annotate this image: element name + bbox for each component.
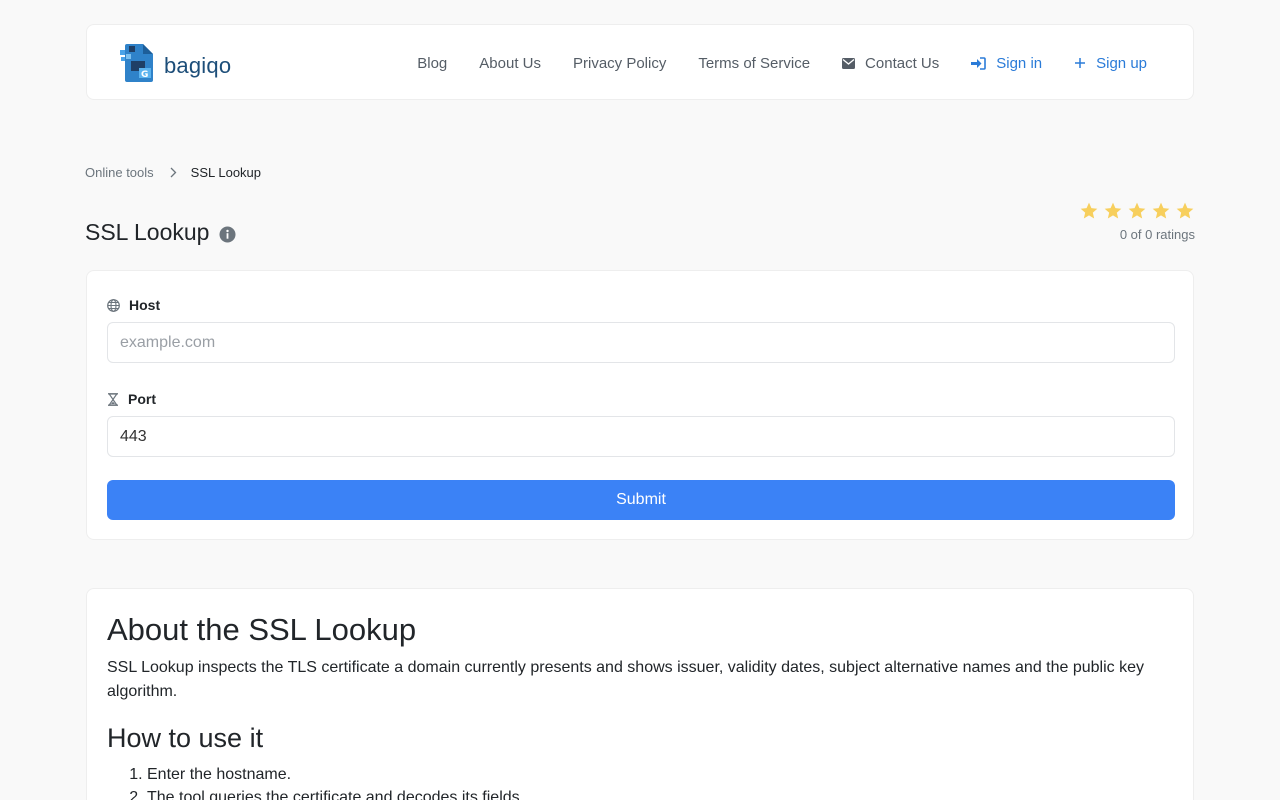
- svg-text:G: G: [141, 70, 148, 80]
- star-rating: [1075, 201, 1195, 221]
- star-icon[interactable]: [1127, 201, 1147, 221]
- about-section: About the SSL Lookup SSL Lookup inspects…: [86, 588, 1194, 800]
- star-icon[interactable]: [1175, 201, 1195, 221]
- nav-links: Blog About Us Privacy Policy Terms of Se…: [385, 25, 1147, 101]
- page-title-text: SSL Lookup: [85, 219, 210, 245]
- lookup-form-card: Host Port Submit: [86, 270, 1194, 540]
- sign-in-icon: [971, 56, 987, 70]
- logo-icon: G: [119, 42, 161, 89]
- host-label-text: Host: [129, 297, 161, 313]
- rating-summary: 0 of 0 ratings: [1119, 227, 1195, 242]
- page-title: SSL Lookup: [85, 219, 236, 246]
- breadcrumb-current: SSL Lookup: [190, 165, 262, 180]
- brand-name: bagiqo: [164, 52, 232, 78]
- port-label: Port: [107, 391, 156, 407]
- brand-logo[interactable]: G bagiqo: [119, 42, 231, 89]
- envelope-icon: [842, 57, 856, 69]
- list-item: The tool queries the certificate and dec…: [147, 786, 1173, 800]
- nav-sign-in[interactable]: Sign in: [971, 55, 1042, 72]
- nav-contact-us[interactable]: Contact Us: [842, 55, 939, 72]
- nav-sign-up[interactable]: Sign up: [1074, 55, 1147, 72]
- about-description: SSL Lookup inspects the TLS certificate …: [107, 659, 1145, 701]
- nav-privacy-policy[interactable]: Privacy Policy: [573, 55, 666, 72]
- nav-about-us[interactable]: About Us: [479, 55, 541, 72]
- nav-blog[interactable]: Blog: [417, 55, 447, 72]
- rating: 0 of 0 ratings: [1075, 201, 1195, 242]
- hourglass-icon: [107, 392, 119, 406]
- nav-terms-of-service[interactable]: Terms of Service: [698, 55, 810, 72]
- howto-steps: Enter the hostname. The tool queries the…: [107, 763, 1173, 800]
- info-icon[interactable]: [219, 226, 236, 243]
- nav-sign-in-label: Sign in: [996, 54, 1043, 72]
- star-icon[interactable]: [1103, 201, 1123, 221]
- nav-contact-us-label: Contact Us: [865, 54, 940, 72]
- star-icon[interactable]: [1079, 201, 1099, 221]
- chevron-right-icon: [170, 167, 177, 178]
- navbar: G bagiqo Blog About Us Privacy Policy Te…: [86, 24, 1194, 100]
- star-icon[interactable]: [1151, 201, 1171, 221]
- plus-icon: [1074, 57, 1086, 69]
- port-input[interactable]: [107, 416, 1175, 457]
- port-label-text: Port: [128, 391, 156, 407]
- nav-sign-up-label: Sign up: [1096, 54, 1147, 72]
- breadcrumb: Online tools SSL Lookup: [85, 165, 261, 180]
- breadcrumb-online-tools[interactable]: Online tools: [85, 165, 154, 180]
- howto-heading: How to use it: [107, 723, 264, 754]
- host-input[interactable]: [107, 322, 1175, 363]
- globe-icon: [107, 298, 120, 312]
- submit-button[interactable]: Submit: [107, 480, 1175, 520]
- list-item: Enter the hostname.: [147, 763, 1173, 786]
- host-label: Host: [107, 297, 160, 313]
- about-heading: About the SSL Lookup: [107, 612, 417, 647]
